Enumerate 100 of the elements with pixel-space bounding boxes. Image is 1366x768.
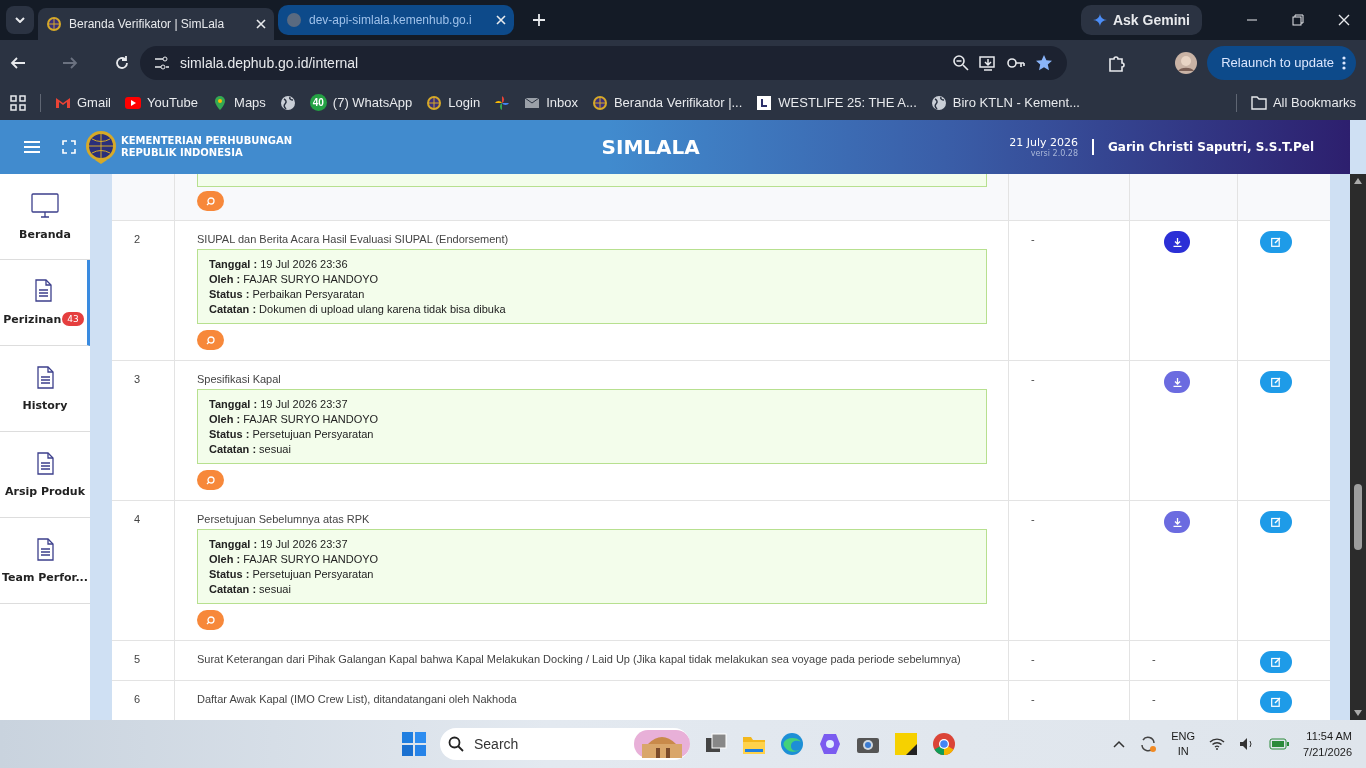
copilot-icon[interactable]	[818, 732, 842, 756]
document-icon	[35, 537, 55, 561]
start-icon[interactable]	[402, 732, 426, 756]
edit-icon	[1271, 517, 1281, 527]
document-icon	[35, 451, 55, 475]
edit-button[interactable]	[1260, 691, 1292, 713]
globe-icon	[286, 12, 302, 28]
sidebar-item[interactable]: Perizinan 43	[0, 260, 90, 346]
address-bar[interactable]: simlala.dephub.go.id/internal	[140, 45, 1068, 80]
reload-icon[interactable]	[114, 54, 130, 71]
row-number: 2	[134, 233, 141, 245]
date-label: 21 July 2026	[1009, 136, 1078, 149]
document-title: Surat Keterangan dari Pihak Galangan Kapal bahwa Kapal Melakukan Docking / Laid Up (Jika kapal tidak melakukan sea voyage pada periode sebelumnya)	[197, 653, 962, 665]
forward-icon[interactable]	[62, 54, 78, 71]
document-icon	[35, 365, 55, 389]
search-icon	[448, 736, 464, 752]
browser-tab[interactable]: Beranda Verifikator | SimLala	[38, 8, 274, 40]
status-line: Tanggal : 19 Jul 2026 23:36	[209, 258, 349, 270]
sidebar-item[interactable]: Team Perfor...	[0, 518, 90, 604]
close-icon[interactable]	[256, 19, 266, 29]
sidebar-item[interactable]: Beranda	[0, 174, 90, 260]
search-icon	[206, 615, 215, 625]
star-icon[interactable]	[1035, 53, 1054, 72]
status-line: Oleh : FAJAR SURYO HANDOYO	[209, 273, 380, 285]
document-icon	[34, 279, 53, 302]
bookmark[interactable]: Login	[426, 94, 481, 111]
browser-icon[interactable]	[780, 732, 804, 756]
clock[interactable]: 11:54 AM 7/21/2026	[1303, 728, 1352, 760]
emblem-icon	[591, 94, 608, 111]
restore-icon[interactable]	[1292, 14, 1304, 26]
key-icon[interactable]	[1007, 56, 1026, 69]
all-bookmarks-button[interactable]: All Bookmarks	[1250, 95, 1356, 110]
install-icon[interactable]	[979, 54, 998, 71]
status-line: Status : Persetujuan Persyaratan	[209, 568, 375, 580]
new-tab-icon[interactable]	[532, 13, 546, 27]
browser-tab[interactable]: dev-api-simlala.kemenhub.go.i	[278, 5, 514, 35]
bookmark[interactable]: Inbox	[524, 94, 578, 111]
battery-icon[interactable]	[1269, 738, 1290, 750]
apps-grid-icon[interactable]	[10, 94, 26, 111]
bookmark[interactable]: YouTube	[124, 94, 199, 111]
menu-icon[interactable]	[24, 140, 40, 154]
fullscreen-icon[interactable]	[62, 140, 76, 154]
relaunch-button[interactable]: Relaunch to update	[1207, 45, 1356, 80]
status-line: Catatan : sesuai	[209, 443, 292, 455]
chevron-icon	[15, 17, 25, 23]
bookmark[interactable]: WESTLIFE 25: THE A...	[756, 94, 917, 111]
version-label: versi 2.0.28	[1030, 149, 1078, 158]
scroll-thumb[interactable]	[1354, 484, 1362, 550]
scrollbar[interactable]	[1350, 174, 1366, 720]
search-icon	[206, 335, 215, 345]
edit-icon	[1271, 697, 1281, 707]
emblem-icon	[46, 16, 62, 32]
document-title: Spesifikasi Kapal	[197, 373, 282, 385]
scroll-up-icon	[1354, 178, 1362, 184]
download-icon	[1172, 377, 1182, 387]
folder-icon	[1250, 95, 1267, 110]
avatar-icon[interactable]	[1175, 51, 1198, 74]
download-button[interactable]	[1164, 511, 1190, 533]
download-icon	[1172, 517, 1182, 527]
table-cell: -	[1031, 693, 1035, 705]
zoom-out-icon[interactable]	[953, 54, 970, 71]
puzzle-icon[interactable]	[1107, 53, 1126, 72]
edit-button[interactable]	[1260, 371, 1292, 393]
tab-list-button[interactable]	[6, 6, 34, 34]
edit-button[interactable]	[1260, 651, 1292, 673]
download-button[interactable]	[1164, 371, 1190, 393]
edit-button[interactable]	[1260, 511, 1292, 533]
scroll-down-icon	[1354, 710, 1362, 716]
language-indicator[interactable]: ENG IN	[1171, 729, 1196, 759]
emblem-icon	[426, 94, 443, 111]
letter-icon	[756, 94, 773, 111]
sync-icon[interactable]	[1139, 735, 1158, 753]
status-line: Tanggal : 19 Jul 2026 23:37	[209, 538, 349, 550]
bookmark[interactable]: Gmail	[55, 94, 111, 111]
site-settings-icon[interactable]	[154, 54, 170, 71]
sticky-note-icon[interactable]	[894, 732, 918, 756]
globe-icon[interactable]	[279, 94, 296, 111]
status-line: Tanggal : 19 Jul 2026 23:37	[209, 398, 349, 410]
bookmark[interactable]: 40 (7) WhatsApp	[309, 94, 413, 111]
bookmark[interactable]: Maps	[212, 94, 266, 111]
download-button[interactable]	[1164, 231, 1190, 253]
close-icon[interactable]	[1338, 14, 1350, 26]
table-cell: -	[1152, 693, 1156, 705]
close-icon[interactable]	[496, 15, 506, 25]
pinwheel-icon[interactable]	[494, 94, 511, 111]
sidebar-item[interactable]: History	[0, 346, 90, 432]
back-icon[interactable]	[10, 54, 26, 71]
status-line: Catatan : Dokumen di upload ulang karena tidak bisa dibuka	[209, 303, 507, 315]
chevron-up-icon[interactable]	[1113, 740, 1126, 748]
search-field[interactable]: Search	[440, 728, 690, 760]
status-line: Status : Perbaikan Persyaratan	[209, 288, 366, 300]
sidebar-item[interactable]: Arsip Produk	[0, 432, 90, 518]
edit-button[interactable]	[1260, 231, 1292, 253]
bookmark[interactable]: Beranda Verifikator |...	[591, 94, 743, 111]
chrome-icon[interactable]	[932, 732, 956, 756]
row-number: 4	[134, 513, 141, 525]
bookmark[interactable]: Biro KTLN - Kement...	[930, 94, 1080, 111]
wifi-icon[interactable]	[1209, 738, 1226, 750]
ask-gemini-button[interactable]: Ask Gemini	[1080, 5, 1202, 35]
status-line: Catatan : sesuai	[209, 583, 292, 595]
